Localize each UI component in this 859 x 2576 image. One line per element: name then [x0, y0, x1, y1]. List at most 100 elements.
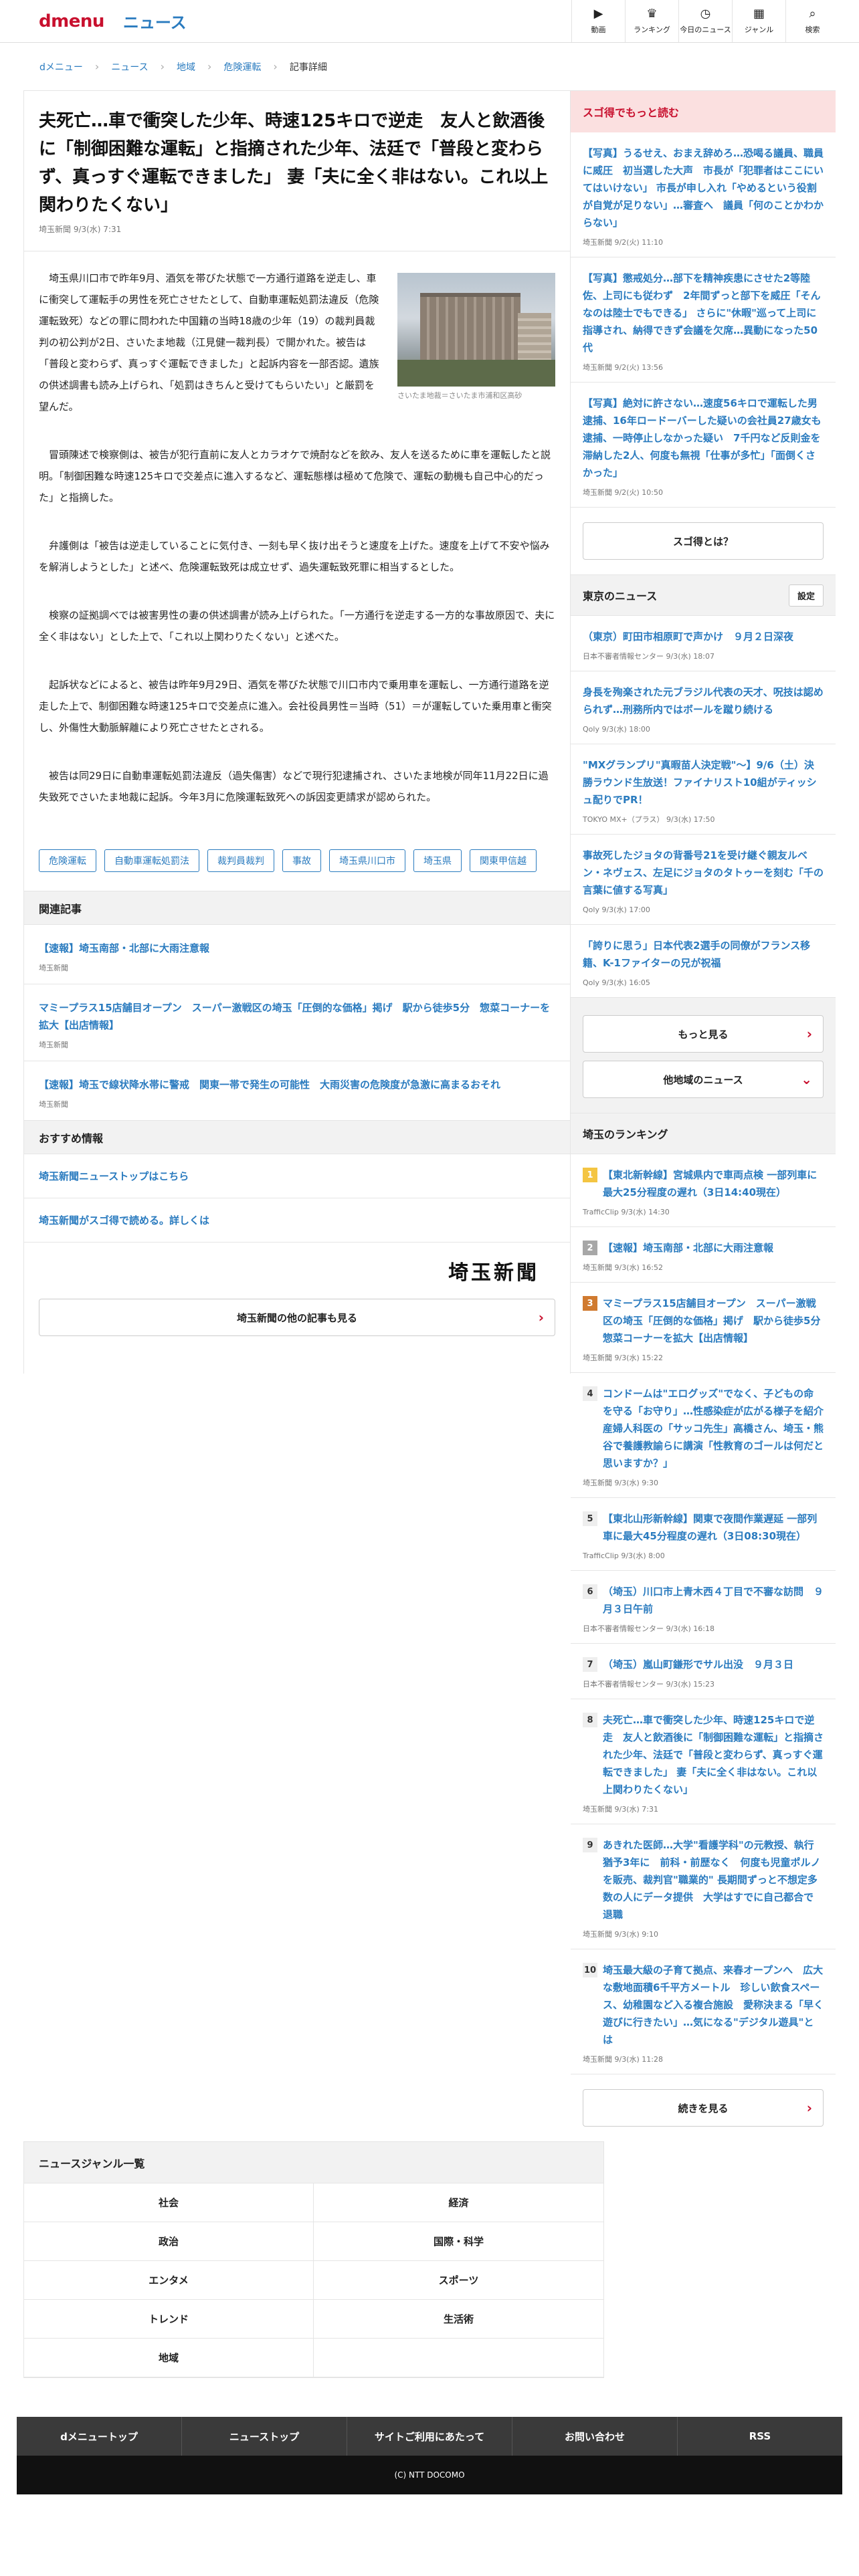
side-news-item[interactable]: 事故死したジョタの背番号21を受け継ぐ親友ルベン・ネヴェス、左足にジョタのタトゥ… — [571, 835, 836, 925]
side-news-item[interactable]: 「誇りに思う」日本代表2選手の同僚がフランス移籍、K-1ファイターの兄が祝福 Qo… — [571, 925, 836, 998]
related-source: 埼玉新聞 — [39, 964, 68, 972]
ranking-more-button[interactable]: 続きを見る › — [583, 2089, 824, 2127]
related-title: 【速報】埼玉で線状降水帯に警戒 関東一帯で発生の可能性 大雨災害の危険度が急激に… — [39, 1079, 501, 1091]
tag-link[interactable]: 事故 — [282, 849, 321, 872]
ranking-item[interactable]: 7 （埼玉）嵐山町鎌形でサル出没 ９月３日 日本不審者情報センター 9/3(水) 1… — [571, 1644, 836, 1699]
side-news-source: 埼玉新聞 9/2(火) 11:10 — [583, 238, 663, 247]
rank-badge: 5 — [583, 1511, 597, 1526]
recommend-link[interactable]: 埼玉新聞ニューストップはこちら — [24, 1154, 570, 1198]
courthouse-image[interactable] — [397, 273, 555, 387]
clock-icon: ◷ — [700, 6, 711, 21]
ranking-item[interactable]: 6 （埼玉）川口市上青木西４丁目で不審な訪問 ９月３日午前 日本不審者情報センター … — [571, 1571, 836, 1644]
more-articles-button[interactable]: 埼玉新聞の他の記事も見る › — [39, 1299, 555, 1336]
genre-grid: 社会 経済 政治 国際・科学 エンタメ スポーツ トレンド 生活術 地域 — [24, 2183, 603, 2377]
tag-link[interactable]: 埼玉県 — [413, 849, 462, 872]
ranking-title: 【速報】埼玉南部・北部に大雨注意報 — [603, 1242, 774, 1254]
article-photo[interactable]: さいたま地裁＝さいたま市浦和区高砂 — [397, 273, 555, 401]
footer-link[interactable]: RSS — [678, 2417, 842, 2456]
ranking-item[interactable]: 3 マミープラス15店舗目オープン スーパー激戦区の埼玉「圧倒的な価格」掲げ 駅か… — [571, 1283, 836, 1373]
related-item[interactable]: マミープラス15店舗目オープン スーパー激戦区の埼玉「圧倒的な価格」掲げ 駅から… — [24, 984, 570, 1061]
ranking-title: （埼玉）川口市上青木西４丁目で不審な訪問 ９月３日午前 — [603, 1586, 824, 1615]
side-news-item[interactable]: 【写真】懲戒処分…部下を精神疾患にさせた2等陸佐、上司にも従わず 2年間ずっと部… — [571, 257, 836, 383]
tag-link[interactable]: 危険運転 — [39, 849, 96, 872]
side-news-source: TOKYO MX+（プラス） 9/3(水) 17:50 — [583, 815, 715, 824]
related-item[interactable]: 【速報】埼玉で線状降水帯に警戒 関東一帯で発生の可能性 大雨災害の危険度が急激に… — [24, 1061, 570, 1121]
see-more-button[interactable]: もっと見る › — [583, 1015, 824, 1053]
sugotoku-about-label: スゴ得とは？ — [672, 535, 733, 548]
tag-link[interactable]: 関東甲信越 — [470, 849, 537, 872]
side-news-item[interactable]: 身長を殉楽された元ブラジル代表の天才、呪技は認められず…刑務所内ではボールを蹴り… — [571, 671, 836, 744]
genre-link[interactable]: 国際・科学 — [314, 2222, 603, 2261]
related-title: 【速報】埼玉南部・北部に大雨注意報 — [39, 942, 210, 954]
header-nav-grid[interactable]: ▦ ジャンル — [732, 0, 785, 42]
footer-link[interactable]: dメニュートップ — [17, 2417, 182, 2456]
chevron-right-icon: › — [806, 1026, 812, 1042]
ranking-item[interactable]: 5 【東北山形新幹線】関東で夜間作業遅延 一部列車に最大45分程度の遅れ（3日08… — [571, 1498, 836, 1571]
ranking-source: TrafficClip 9/3(水) 14:30 — [583, 1208, 670, 1216]
header-nav-search[interactable]: ⌕ 検索 — [785, 0, 839, 42]
side-news-title: 身長を殉楽された元ブラジル代表の天才、呪技は認められず…刑務所内ではボールを蹴り… — [583, 686, 824, 716]
ranking-item[interactable]: 8 夫死亡…車で衝突した少年、時速125キロで逆走 友人と飲酒後に「制御困難な運転… — [571, 1699, 836, 1824]
side-news-title: 【写真】絶対に許さない…速度56キロで運転した男逮捕、16年ロードーバーした疑い… — [583, 397, 822, 479]
ranking-item[interactable]: 2 【速報】埼玉南部・北部に大雨注意報 埼玉新聞 9/3(水) 16:52 — [571, 1227, 836, 1283]
ranking-item[interactable]: 4 コンドームは"エログッズ"でなく、子どもの命を守る「お守り」…性感染症が広がる… — [571, 1373, 836, 1498]
related-item[interactable]: 【速報】埼玉南部・北部に大雨注意報埼玉新聞 — [24, 925, 570, 984]
article-paragraph: 検察の証拠調べでは被害男性の妻の供述調書が読み上げられた。「一方通行を逆走する一… — [39, 609, 555, 643]
main-column: 夫死亡…車で衝突した少年、時速125キロで逆走 友人と飲酒後に「制御困難な運転」… — [23, 91, 571, 1374]
settings-button[interactable]: 設定 — [788, 584, 824, 607]
side-news-item[interactable]: 【写真】うるせえ、おまえ辞めろ…恐喝る議員、職員に威圧 初当選した大声 市長が「… — [571, 132, 836, 257]
breadcrumb-link[interactable]: ニュース — [111, 60, 148, 74]
article-meta: 埼玉新聞 9/3(水) 7:31 — [24, 223, 570, 251]
genre-link[interactable]: 経済 — [314, 2183, 603, 2222]
tag-link[interactable]: 裁判員裁判 — [207, 849, 274, 872]
footer-link[interactable]: ニューストップ — [182, 2417, 347, 2456]
header-nav-trophy[interactable]: ♛ ランキング — [625, 0, 678, 42]
ranking-row: 3 マミープラス15店舗目オープン スーパー激戦区の埼玉「圧倒的な価格」掲げ 駅か… — [583, 1295, 830, 1347]
header-nav-video[interactable]: ▶ 動画 — [571, 0, 625, 42]
breadcrumb-link[interactable]: dメニュー — [39, 60, 83, 74]
news-logo[interactable]: ニュース — [123, 9, 187, 33]
brand[interactable]: dmenu ニュース — [39, 0, 571, 42]
rank-badge: 6 — [583, 1584, 597, 1599]
genre-link[interactable]: トレンド — [24, 2300, 314, 2339]
tag-link[interactable]: 埼玉県川口市 — [329, 849, 405, 872]
related-list: 【速報】埼玉南部・北部に大雨注意報埼玉新聞マミープラス15店舗目オープン スーパ… — [24, 925, 570, 1121]
chevron-right-icon: › — [538, 1309, 544, 1325]
footer-link[interactable]: お問い合わせ — [512, 2417, 678, 2456]
ranking-more-label: 続きを見る — [678, 2102, 729, 2115]
ranking-item[interactable]: 10 埼玉最大級の子育て拠点、来春オープンへ 広大な敷地面積6千平方メートル 珍し… — [571, 1949, 836, 2074]
genre-link[interactable]: 社会 — [24, 2183, 314, 2222]
rank-badge: 7 — [583, 1657, 597, 1672]
side-news-source: 埼玉新聞 9/2(火) 10:50 — [583, 488, 663, 497]
ranking-title: 【東北山形新幹線】関東で夜間作業遅延 一部列車に最大45分程度の遅れ（3日08:… — [603, 1513, 818, 1542]
tokyo-news-heading: 東京のニュース 設定 — [571, 574, 836, 616]
recommend-link[interactable]: 埼玉新聞がスゴ得で読める。詳しくは — [24, 1198, 570, 1243]
header-nav-label: 検索 — [805, 25, 820, 34]
rank-badge: 10 — [583, 1963, 597, 1977]
header-nav-clock[interactable]: ◷ 今日のニュース — [678, 0, 732, 42]
grid-icon: ▦ — [753, 6, 765, 21]
genre-link[interactable]: 地域 — [24, 2339, 314, 2377]
side-news-item[interactable]: 【写真】絶対に許さない…速度56キロで運転した男逮捕、16年ロードーバーした疑い… — [571, 383, 836, 508]
article-title: 夫死亡…車で衝突した少年、時速125キロで逆走 友人と飲酒後に「制御困難な運転」… — [39, 111, 549, 215]
ranking-title: 【東北新幹線】宮城県内で車両点検 一部列車に最大25分程度の遅れ（3日14:40… — [603, 1169, 818, 1198]
sugotoku-about-button[interactable]: スゴ得とは？ — [583, 522, 824, 560]
other-region-button[interactable]: 他地域のニュース ⌄ — [583, 1061, 824, 1098]
tag-link[interactable]: 自動車運転処罰法 — [104, 849, 199, 872]
chevron-right-icon: › — [207, 60, 212, 73]
genre-link[interactable]: 生活術 — [314, 2300, 603, 2339]
ranking-item[interactable]: 9 あきれた医師…大学"看護学科"の元教授、執行猶予3年に 前科・前歴なく 何度も… — [571, 1824, 836, 1949]
side-news-item[interactable]: （東京）町田市相原町で声かけ ９月２日深夜 日本不審者情報センター 9/3(水) … — [571, 616, 836, 671]
genre-box: ニュースジャンル一覧 社会 経済 政治 国際・科学 エンタメ スポーツ トレンド 生活術 地域 — [23, 2141, 604, 2378]
breadcrumb-link[interactable]: 地域 — [177, 60, 195, 74]
breadcrumb-link[interactable]: 危険運転 — [223, 60, 261, 74]
genre-link[interactable]: 政治 — [24, 2222, 314, 2261]
genre-link[interactable]: エンタメ — [24, 2261, 314, 2300]
trophy-icon: ♛ — [646, 6, 658, 21]
footer-link[interactable]: サイトご利用にあたって — [347, 2417, 512, 2456]
side-news-item[interactable]: "MXグランプリ"真暇苗人決定戦"〜】9/6（土）決勝ラウンド生放送！ファイナリ… — [571, 744, 836, 835]
ranking-item[interactable]: 1 【東北新幹線】宮城県内で車両点検 一部列車に最大25分程度の遅れ（3日14:4… — [571, 1154, 836, 1227]
ranking-source: 埼玉新聞 9/3(水) 9:10 — [583, 1930, 658, 1939]
dmenu-logo[interactable]: dmenu — [39, 11, 104, 31]
genre-link[interactable]: スポーツ — [314, 2261, 603, 2300]
